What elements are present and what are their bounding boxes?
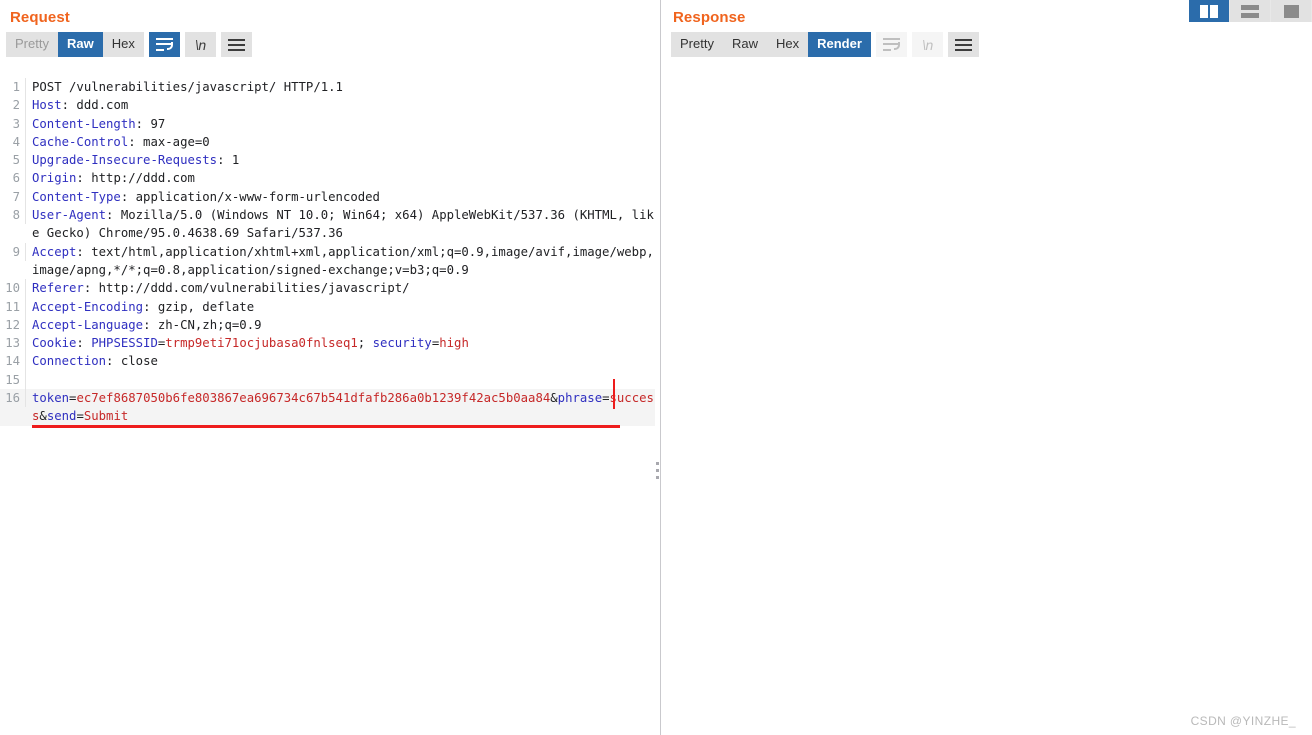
line-number: 6	[0, 169, 26, 188]
code-line: 12 Accept-Language: zh-CN,zh;q=0.9	[0, 315, 655, 335]
code-line: 14 Connection: close	[0, 352, 655, 371]
code-text: Content-Type: application/x-www-form-url…	[32, 189, 380, 204]
body-param-phrase-key: phrase	[557, 391, 603, 406]
code-text: Connection: close	[32, 354, 158, 369]
line-number: 11	[0, 297, 26, 316]
request-tab-hex[interactable]: Hex	[102, 32, 144, 57]
newline-icon: \n	[194, 36, 206, 53]
watermark: CSDN @YINZHE_	[1190, 714, 1296, 728]
code-text: Accept: text/html,application/xhtml+xml,…	[32, 244, 654, 277]
response-tab-pretty[interactable]: Pretty	[671, 32, 723, 57]
line-number: 4	[0, 132, 26, 152]
annotation-caret	[613, 379, 615, 410]
request-editor[interactable]: 1 POST /vulnerabilities/javascript/ HTTP/…	[0, 78, 655, 735]
line-number: 16	[0, 389, 26, 408]
line-number: 2	[0, 96, 26, 115]
code-text: Upgrade-Insecure-Requests: 1	[32, 153, 240, 168]
code-line: 7 Content-Type: application/x-www-form-ur…	[0, 187, 655, 207]
code-line: 3 Content-Length: 97	[0, 114, 655, 133]
code-text: Origin: http://ddd.com	[32, 171, 195, 186]
code-line: 11 Accept-Encoding: gzip, deflate	[0, 297, 655, 316]
code-line: 15	[0, 370, 655, 390]
body-param-token-value: ec7ef8687050b6fe803867ea696734c67b541dfa…	[76, 391, 551, 406]
code-line: 6 Origin: http://ddd.com	[0, 169, 655, 188]
request-menu-button[interactable]	[220, 32, 252, 57]
single-pane-layout-icon	[1283, 4, 1299, 18]
code-text: Content-Length: 97	[32, 116, 166, 131]
menu-icon	[954, 38, 972, 51]
response-tab-raw[interactable]: Raw	[722, 32, 767, 57]
response-tab-hex[interactable]: Hex	[766, 32, 809, 57]
code-line: 8 User-Agent: Mozilla/5.0 (Windows NT 10.…	[0, 206, 655, 243]
code-line-body: 16 token=ec7ef8687050b6fe803867ea696734c6…	[0, 379, 655, 428]
body-param-token-key: token	[32, 391, 70, 406]
request-panel: Request Pretty Raw Hex \n 1 POST /vulnera…	[0, 0, 655, 735]
line-number: 1	[0, 78, 26, 97]
request-tab-raw[interactable]: Raw	[57, 32, 103, 57]
code-text: Referer: http://ddd.com/vulnerabilities/…	[32, 281, 410, 296]
side-by-side-layout-icon	[1200, 4, 1218, 18]
request-tabbar: Pretty Raw Hex \n	[0, 26, 655, 57]
stacked-layout-button[interactable]	[1230, 0, 1270, 22]
line-number: 12	[0, 315, 26, 335]
newline-icon: \n	[922, 36, 933, 53]
request-body-text: token=ec7ef8687050b6fe803867ea696734c67b…	[32, 391, 654, 424]
code-line: 4 Cache-Control: max-age=0	[0, 132, 655, 152]
single-pane-layout-button[interactable]	[1271, 0, 1311, 22]
word-wrap-icon	[155, 38, 173, 51]
burp-suite-window: Request Pretty Raw Hex \n 1 POST /vulnera…	[0, 0, 1312, 735]
code-text: Accept-Language: zh-CN,zh;q=0.9	[32, 317, 262, 332]
request-newline-button[interactable]: \n	[184, 32, 216, 57]
line-number: 5	[0, 151, 26, 170]
annotation-underline	[32, 424, 620, 428]
response-panel: Response Pretty Raw Hex Render \n	[661, 0, 1312, 735]
code-line: 5 Upgrade-Insecure-Requests: 1	[0, 151, 655, 170]
line-number: 14	[0, 352, 26, 371]
word-wrap-icon	[882, 38, 900, 51]
line-number: 3	[0, 114, 26, 133]
code-line: 13 Cookie: PHPSESSID=trmp9eti71ocjubasa0f…	[0, 334, 655, 353]
splitter-grip-icon[interactable]	[656, 462, 659, 479]
line-number: 7	[0, 187, 26, 207]
layout-toggle-group	[1189, 0, 1312, 22]
code-text: User-Agent: Mozilla/5.0 (Windows NT 10.0…	[32, 208, 654, 241]
menu-icon	[227, 38, 245, 51]
code-text: Cookie: PHPSESSID=trmp9eti71ocjubasa0fnl…	[32, 336, 469, 351]
response-newline-button: \n	[911, 32, 943, 57]
request-tab-pretty[interactable]: Pretty	[6, 32, 58, 57]
side-by-side-layout-button[interactable]	[1189, 0, 1229, 22]
line-number: 10	[0, 279, 26, 298]
request-word-wrap-button[interactable]	[148, 32, 180, 57]
line-number: 15	[0, 370, 26, 390]
response-word-wrap-button	[875, 32, 907, 57]
code-line: 9 Accept: text/html,application/xhtml+xml…	[0, 242, 655, 280]
code-line: 2 Host: ddd.com	[0, 96, 655, 115]
code-text: Host: ddd.com	[32, 98, 129, 113]
stacked-layout-icon	[1241, 4, 1259, 18]
code-text: POST /vulnerabilities/javascript/ HTTP/1…	[32, 80, 343, 94]
response-tab-render[interactable]: Render	[808, 32, 871, 57]
body-param-send-value: Submit	[83, 409, 129, 424]
response-menu-button[interactable]	[947, 32, 979, 57]
code-line: 1 POST /vulnerabilities/javascript/ HTTP/…	[0, 78, 655, 97]
line-number: 9	[0, 242, 26, 261]
line-number: 8	[0, 206, 26, 225]
request-panel-title: Request	[10, 9, 70, 26]
code-text: Accept-Encoding: gzip, deflate	[32, 299, 255, 314]
line-number: 13	[0, 334, 26, 353]
response-tabbar: Pretty Raw Hex Render \n	[661, 26, 1312, 57]
body-param-send-key: send	[46, 409, 77, 424]
code-text: Cache-Control: max-age=0	[32, 134, 210, 149]
code-line: 10 Referer: http://ddd.com/vulnerabilitie…	[0, 279, 655, 298]
